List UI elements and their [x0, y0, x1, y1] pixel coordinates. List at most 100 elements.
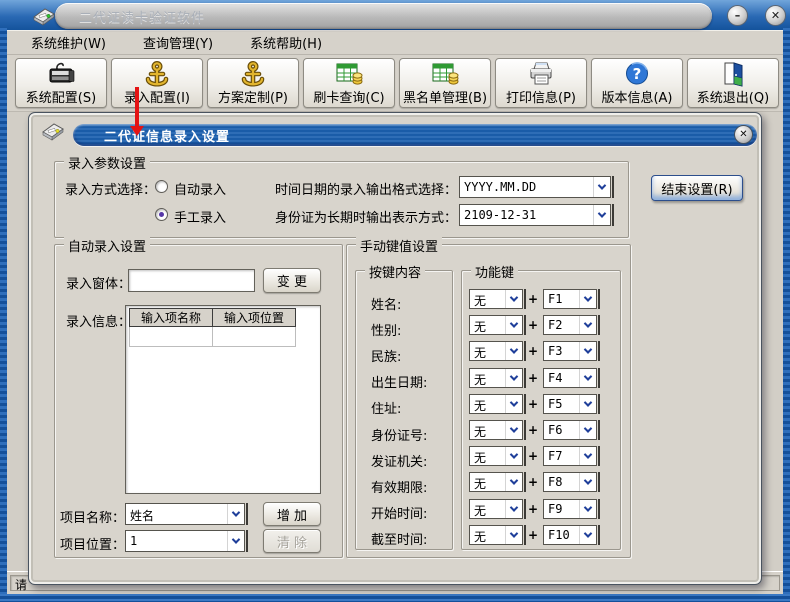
- function-key-select[interactable]: F1: [543, 289, 597, 309]
- dialog-titlebar[interactable]: 二代证信息录入设置: [73, 124, 757, 146]
- chevron-down-icon[interactable]: [505, 421, 522, 439]
- group-title: 自动录入设置: [64, 236, 150, 255]
- change-button[interactable]: 变 更: [263, 268, 321, 293]
- add-button[interactable]: 增 加: [263, 502, 321, 526]
- entry-mode-label: 录入方式选择：: [65, 179, 156, 198]
- dialog-close-button[interactable]: ✕: [734, 125, 753, 144]
- chevron-down-icon[interactable]: [579, 447, 596, 465]
- modifier-key-select[interactable]: 无: [469, 499, 523, 519]
- finish-settings-button[interactable]: 结束设置(R): [651, 175, 743, 201]
- chevron-down-icon[interactable]: [579, 369, 596, 387]
- modifier-key-select[interactable]: 无: [469, 525, 523, 545]
- plus-separator: +: [523, 344, 543, 358]
- function-key-select[interactable]: F2: [543, 315, 597, 335]
- chevron-down-icon[interactable]: [579, 500, 596, 518]
- clear-button: 清 除: [263, 529, 321, 553]
- item-position-label: 项目位置：: [60, 534, 125, 553]
- longterm-select[interactable]: 2109-12-31: [459, 204, 611, 226]
- column-header-item-position[interactable]: 输入项位置: [212, 308, 296, 327]
- chevron-down-icon[interactable]: [593, 205, 610, 225]
- chevron-down-icon[interactable]: [579, 526, 596, 544]
- chevron-down-icon[interactable]: [505, 526, 522, 544]
- function-key-row: 无 + F10: [462, 522, 620, 548]
- date-format-select[interactable]: YYYY.MM.DD: [459, 176, 611, 198]
- keyboard-icon: [45, 60, 77, 90]
- chevron-down-icon[interactable]: [227, 504, 244, 524]
- function-key-row: 无 + F5: [462, 391, 620, 417]
- table-row[interactable]: [129, 327, 296, 347]
- radio-auto-entry[interactable]: [155, 180, 168, 193]
- chevron-down-icon[interactable]: [579, 473, 596, 491]
- annotation-arrow-icon: [130, 87, 144, 136]
- chevron-down-icon[interactable]: [505, 473, 522, 491]
- modifier-key-select[interactable]: 无: [469, 315, 523, 335]
- modifier-key-select[interactable]: 无: [469, 289, 523, 309]
- entry-form-input[interactable]: [128, 269, 255, 292]
- entry-info-list[interactable]: 输入项名称 输入项位置: [125, 305, 321, 494]
- chevron-down-icon[interactable]: [505, 369, 522, 387]
- exit-door-icon: [719, 60, 747, 90]
- chevron-down-icon[interactable]: [505, 447, 522, 465]
- toolbar-button-scheme-custom[interactable]: 方案定制(P): [207, 58, 299, 108]
- chevron-down-icon[interactable]: [579, 421, 596, 439]
- item-position-select[interactable]: 1: [125, 530, 245, 552]
- function-key-row: 无 + F2: [462, 312, 620, 338]
- svg-text:?: ?: [633, 65, 642, 83]
- printer-icon: [526, 60, 556, 90]
- anchor-icon: [142, 60, 172, 92]
- chevron-down-icon[interactable]: [505, 395, 522, 413]
- toolbar-button-print-info[interactable]: 打印信息(P): [495, 58, 587, 108]
- chevron-down-icon[interactable]: [505, 500, 522, 518]
- function-key-select[interactable]: F4: [543, 368, 597, 388]
- window-frame-right: [783, 28, 790, 602]
- chevron-down-icon[interactable]: [579, 342, 596, 360]
- item-name-select[interactable]: 姓名: [125, 503, 245, 525]
- chevron-down-icon[interactable]: [505, 342, 522, 360]
- chevron-down-icon[interactable]: [579, 395, 596, 413]
- chevron-down-icon[interactable]: [227, 531, 244, 551]
- plus-separator: +: [523, 292, 543, 306]
- function-key-select[interactable]: F7: [543, 446, 597, 466]
- chevron-down-icon[interactable]: [505, 290, 522, 308]
- toolbar-button-system-config[interactable]: 系统配置(S): [15, 58, 107, 108]
- spreadsheet-coins-icon: [429, 60, 461, 90]
- chevron-down-icon[interactable]: [505, 316, 522, 334]
- radio-manual-entry[interactable]: [155, 208, 168, 221]
- window-titlebar[interactable]: 二代证读卡验证软件 – ✕: [0, 0, 790, 30]
- chevron-down-icon[interactable]: [579, 290, 596, 308]
- radio-manual-entry-label[interactable]: 手工录入: [174, 207, 226, 226]
- toolbar-button-version-info[interactable]: ? 版本信息(A): [591, 58, 683, 108]
- toolbar-button-entry-config[interactable]: 录入配置(I): [111, 58, 203, 108]
- plus-separator: +: [523, 502, 543, 516]
- function-key-select[interactable]: F8: [543, 472, 597, 492]
- modifier-key-select[interactable]: 无: [469, 446, 523, 466]
- modifier-key-select[interactable]: 无: [469, 368, 523, 388]
- key-content-label: 身份证号:: [356, 421, 452, 447]
- chevron-down-icon[interactable]: [579, 316, 596, 334]
- toolbar-button-exit[interactable]: 系统退出(Q): [687, 58, 779, 108]
- menu-item[interactable]: 系统帮助(H): [250, 33, 322, 52]
- toolbar-button-blacklist[interactable]: 黑名单管理(B): [399, 58, 491, 108]
- plus-separator: +: [523, 449, 543, 463]
- function-key-select[interactable]: F5: [543, 394, 597, 414]
- modifier-key-select[interactable]: 无: [469, 472, 523, 492]
- column-header-item-name[interactable]: 输入项名称: [129, 308, 213, 327]
- close-button[interactable]: ✕: [765, 5, 786, 26]
- function-key-select[interactable]: F3: [543, 341, 597, 361]
- function-key-select[interactable]: F6: [543, 420, 597, 440]
- toolbar-button-card-query[interactable]: 刷卡查询(C): [303, 58, 395, 108]
- function-key-row: 无 + F3: [462, 338, 620, 364]
- key-content-label: 民族:: [356, 342, 452, 368]
- menu-item[interactable]: 系统维护(W): [31, 33, 106, 52]
- chevron-down-icon[interactable]: [593, 177, 610, 197]
- modifier-key-select[interactable]: 无: [469, 341, 523, 361]
- radio-auto-entry-label[interactable]: 自动录入: [174, 179, 226, 198]
- function-key-select[interactable]: F10: [543, 525, 597, 545]
- longterm-label: 身份证为长期时输出表示方式：: [275, 207, 457, 226]
- group-title: 录入参数设置: [64, 153, 150, 172]
- modifier-key-select[interactable]: 无: [469, 394, 523, 414]
- function-key-select[interactable]: F9: [543, 499, 597, 519]
- minimize-button[interactable]: –: [727, 5, 748, 26]
- modifier-key-select[interactable]: 无: [469, 420, 523, 440]
- menu-item[interactable]: 查询管理(Y): [143, 33, 213, 52]
